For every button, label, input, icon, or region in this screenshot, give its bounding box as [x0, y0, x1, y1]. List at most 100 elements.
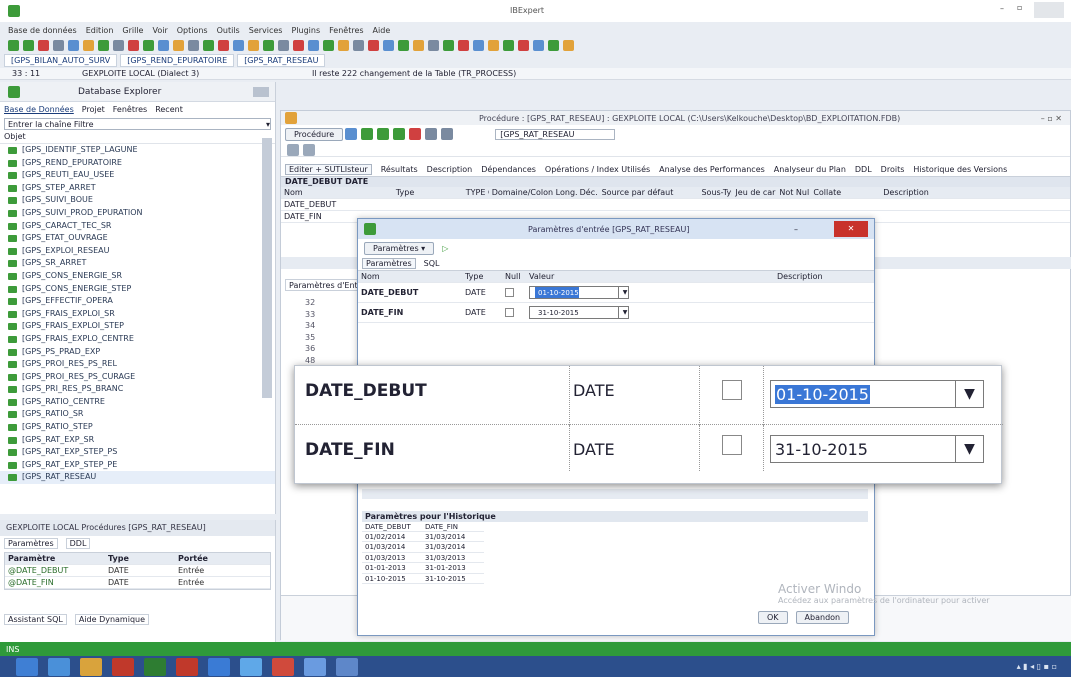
- menu-item[interactable]: Plugins: [291, 26, 320, 35]
- menu-item[interactable]: Fenêtres: [329, 26, 363, 35]
- object-list-item[interactable]: [GPS_SUIVI_PROD_EPURATION: [0, 207, 275, 220]
- object-list-item[interactable]: [GPS_FRAIS_EXPLOI_STEP: [0, 320, 275, 333]
- explorer-pin-icon[interactable]: [253, 86, 269, 97]
- object-list-item[interactable]: [GPS_SUIVI_BOUE: [0, 194, 275, 207]
- menu-item[interactable]: Grille: [122, 26, 143, 35]
- toolbar-icon-27[interactable]: [398, 39, 409, 51]
- assistant-tab[interactable]: Aide Dynamique: [74, 613, 150, 625]
- dialog-value-select[interactable]: 31-10-2015 ▼: [529, 306, 629, 319]
- run-icon[interactable]: [361, 128, 374, 140]
- explorer-tab[interactable]: Projet: [82, 105, 105, 114]
- toolbar-icon-16[interactable]: [233, 39, 244, 51]
- object-list-item[interactable]: [GPS_EFFECTIF_OPERA: [0, 295, 275, 308]
- proc-tab[interactable]: Editer + SUTLIsteur: [285, 164, 372, 175]
- object-list-item[interactable]: [GPS_FRAIS_EXPLOI_SR: [0, 308, 275, 321]
- toolbar-icon-37[interactable]: [548, 39, 559, 51]
- maximize-icon[interactable]: ▫: [1017, 3, 1022, 12]
- proc-tab[interactable]: Dépendances: [481, 165, 536, 174]
- global-tab[interactable]: [GPS_BILAN_AUTO_SURV: [4, 53, 118, 67]
- chevron-down-icon[interactable]: ▼: [618, 307, 628, 318]
- global-tab[interactable]: [GPS_REND_EPURATOIRE: [120, 53, 235, 67]
- explorer-icon[interactable]: [80, 657, 102, 676]
- toolbar-icon-29[interactable]: [428, 39, 439, 51]
- dialog-tab[interactable]: Paramètres: [362, 258, 416, 269]
- dialog-value-select[interactable]: 01-10-2015 ▼: [529, 286, 629, 299]
- dialog-run-icon[interactable]: ▷: [442, 244, 448, 253]
- minimize-icon[interactable]: –: [1000, 4, 1004, 13]
- object-list-item[interactable]: [GPS_RAT_RESEAU: [0, 471, 275, 485]
- toolbar-icon-15[interactable]: [218, 39, 229, 51]
- dialog-close-icon[interactable]: ✕: [834, 221, 868, 237]
- explorer-scrollbar[interactable]: [262, 138, 272, 398]
- app-icon-8[interactable]: [240, 657, 262, 676]
- compile-icon[interactable]: [345, 128, 358, 140]
- toolbar-icon-21[interactable]: [308, 39, 319, 51]
- toolbar-icon-6[interactable]: [83, 39, 94, 51]
- toolbar-icon-30[interactable]: [443, 39, 454, 51]
- zoom-value-date-debut[interactable]: 01-10-2015 ▼: [770, 380, 984, 408]
- toolbar-icon-12[interactable]: [173, 39, 184, 51]
- zoom-null-checkbox-date-fin[interactable]: [722, 435, 742, 455]
- proc-tab[interactable]: Historique des Versions: [913, 165, 1007, 174]
- toolbar-icon-22[interactable]: [323, 39, 334, 51]
- zoom-value-date-fin[interactable]: 31-10-2015 ▼: [770, 435, 984, 463]
- app-icon-11[interactable]: [336, 657, 358, 676]
- toolbar-icon-3[interactable]: [38, 39, 49, 51]
- proc-tab[interactable]: Droits: [881, 165, 905, 174]
- dialog-null-checkbox[interactable]: [505, 308, 514, 317]
- toolbar-icon-26[interactable]: [383, 39, 394, 51]
- dialog-tab[interactable]: SQL: [424, 259, 440, 268]
- chevron-down-icon[interactable]: ▼: [955, 436, 983, 462]
- object-list-item[interactable]: [GPS_PROI_RES_PS_CURAGE: [0, 371, 275, 384]
- toolbar-icon-34[interactable]: [503, 39, 514, 51]
- run-step-icon[interactable]: [377, 128, 390, 140]
- object-list-item[interactable]: [GPS_EXPLOI_RESEAU: [0, 245, 275, 258]
- proc-tab[interactable]: Analyseur du Plan: [774, 165, 846, 174]
- params-panel-tab[interactable]: DDL: [65, 537, 91, 549]
- object-list-item[interactable]: [GPS_RAT_EXP_SR: [0, 434, 275, 447]
- proc-tab[interactable]: DDL: [855, 165, 872, 174]
- assistant-tab[interactable]: Assistant SQL: [4, 613, 67, 625]
- table-row[interactable]: DATE_DEBUT DATE 01-10-2015 ▼: [358, 283, 874, 303]
- object-list-item[interactable]: [GPS_RAT_EXP_STEP_PS: [0, 446, 275, 459]
- proc-tab[interactable]: Opérations / Index Utilisés: [545, 165, 650, 174]
- print-icon[interactable]: [425, 128, 438, 140]
- chevron-down-icon[interactable]: ▼: [618, 287, 628, 298]
- explorer-tab[interactable]: Recent: [155, 105, 183, 114]
- system-tray[interactable]: ▴ ▮ ◂ ▯ ▪ ▫: [1017, 662, 1057, 671]
- dialog-null-checkbox[interactable]: [505, 288, 514, 297]
- rollback-icon[interactable]: [409, 128, 422, 140]
- ie-icon[interactable]: [48, 657, 70, 676]
- indent-icon[interactable]: [287, 143, 299, 156]
- toolbar-icon-24[interactable]: [353, 39, 364, 51]
- object-list-item[interactable]: [GPS_STEP_ARRET: [0, 182, 275, 195]
- filter-input[interactable]: Entrer la chaîne Filtre ▾: [4, 118, 271, 130]
- toolbar-icon-14[interactable]: [203, 39, 214, 51]
- params-panel-tab[interactable]: Paramètres: [4, 537, 58, 549]
- dialog-params-menu[interactable]: Paramètres ▾: [364, 241, 435, 255]
- toolbar-icon-28[interactable]: [413, 39, 424, 51]
- explorer-tab[interactable]: Fenêtres: [113, 105, 147, 114]
- menu-item[interactable]: Edition: [86, 26, 114, 35]
- toolbar-icon-32[interactable]: [473, 39, 484, 51]
- toolbar-icon-36[interactable]: [533, 39, 544, 51]
- table-row[interactable]: @DATE_FIN DATE Entrée: [5, 577, 270, 589]
- menu-item[interactable]: Services: [249, 26, 283, 35]
- toolbar-icon-25[interactable]: [368, 39, 379, 51]
- toolbar-icon-11[interactable]: [158, 39, 169, 51]
- proc-tab[interactable]: Description: [427, 165, 473, 174]
- object-list-item[interactable]: [GPS_PRI_RES_PS_BRANC: [0, 383, 275, 396]
- toolbar-icon-9[interactable]: [128, 39, 139, 51]
- toolbar-icon-5[interactable]: [68, 39, 79, 51]
- toolbar-icon-31[interactable]: [458, 39, 469, 51]
- toolbar-icon-19[interactable]: [278, 39, 289, 51]
- object-list-item[interactable]: [GPS_SR_ARRET: [0, 257, 275, 270]
- proc-window-controls[interactable]: – ▫ ✕: [1041, 114, 1062, 123]
- table-row[interactable]: 01-10-2015 31-10-2015: [362, 574, 484, 584]
- copy-icon[interactable]: [441, 128, 454, 140]
- procedure-name-field[interactable]: [GPS_RAT_RESEAU: [495, 128, 616, 140]
- object-list-item[interactable]: [GPS_ETAT_OUVRAGE: [0, 232, 275, 245]
- commit-icon[interactable]: [393, 128, 406, 140]
- toolbar-icon-33[interactable]: [488, 39, 499, 51]
- table-row[interactable]: @DATE_DEBUT DATE Entrée: [5, 565, 270, 577]
